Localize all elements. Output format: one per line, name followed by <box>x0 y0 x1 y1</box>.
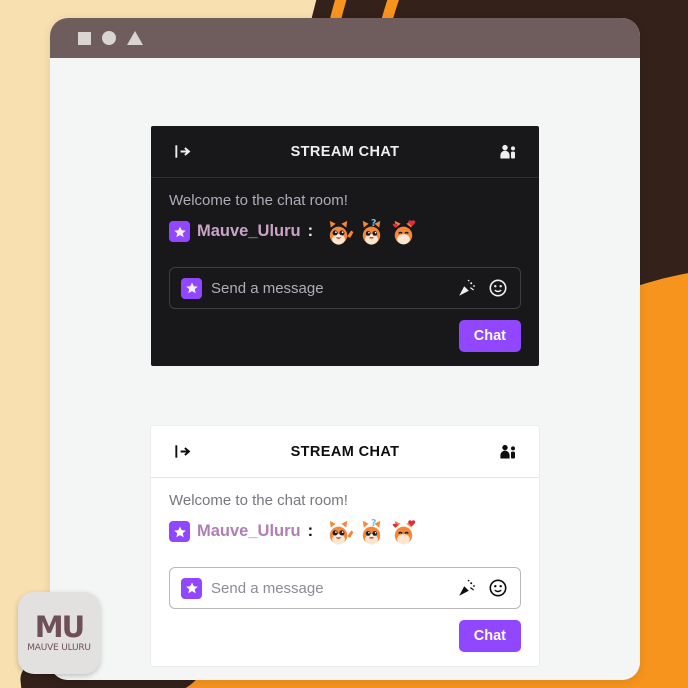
cat-question-emote: ? <box>362 218 381 245</box>
chat-message-input[interactable]: Send a message <box>211 580 447 597</box>
stream-chat-widget-dark: STREAM CHAT Welcome to the chat room! Ma… <box>151 126 539 366</box>
browser-window: STREAM CHAT Welcome to the chat room! Ma… <box>50 18 640 680</box>
chat-header-dark: STREAM CHAT <box>151 126 539 178</box>
chat-header-light: STREAM CHAT <box>151 426 539 478</box>
page-stage: STREAM CHAT Welcome to the chat room! Ma… <box>0 0 688 688</box>
window-control-square-icon[interactable] <box>78 31 91 45</box>
window-control-circle-icon[interactable] <box>102 31 116 45</box>
chat-username[interactable]: Mauve_Uluru <box>197 522 301 541</box>
chat-message-list-dark: Welcome to the chat room! Mauve_Uluru : <box>151 178 539 257</box>
browser-viewport: STREAM CHAT Welcome to the chat room! Ma… <box>50 58 640 680</box>
logo-monogram: MU <box>34 610 85 644</box>
chat-footer-light: Send a message Chat <box>151 557 539 666</box>
chat-message-list-light: Welcome to the chat room! Mauve_Uluru : <box>151 478 539 557</box>
chat-action-row-light: Chat <box>169 620 521 652</box>
star-badge-icon <box>181 277 202 299</box>
chat-message-input[interactable]: Send a message <box>211 280 447 297</box>
star-badge-icon <box>169 521 190 542</box>
chat-title-dark: STREAM CHAT <box>290 143 400 160</box>
collapse-right-icon[interactable] <box>169 439 195 465</box>
send-chat-button[interactable]: Chat <box>458 320 521 352</box>
chat-message-row: Mauve_Uluru : ? <box>169 516 521 553</box>
send-chat-button[interactable]: Chat <box>458 620 521 652</box>
cat-love-emote <box>392 220 416 245</box>
svg-text:?: ? <box>371 218 377 229</box>
stream-chat-widget-light: STREAM CHAT Welcome to the chat room! Ma… <box>151 426 539 666</box>
chat-username[interactable]: Mauve_Uluru <box>197 222 301 241</box>
window-control-triangle-icon[interactable] <box>127 31 143 45</box>
chat-username-separator: : <box>307 222 314 240</box>
chat-input-box-dark[interactable]: Send a message <box>169 267 521 309</box>
chat-welcome-text: Welcome to the chat room! <box>169 192 348 209</box>
star-badge-icon <box>169 221 190 242</box>
cat-wave-emote <box>329 220 354 245</box>
cat-wave-emote <box>329 520 354 545</box>
chat-action-row-dark: Chat <box>169 320 521 352</box>
cat-love-emote <box>392 520 416 545</box>
chat-emote-group: ? <box>324 216 419 247</box>
cat-question-emote: ? <box>362 518 381 545</box>
party-popper-icon[interactable] <box>456 277 478 299</box>
chat-input-box-light[interactable]: Send a message <box>169 567 521 609</box>
smiley-face-icon[interactable] <box>487 577 509 599</box>
browser-titlebar <box>50 18 640 58</box>
brand-logo-badge[interactable]: MU MAUVE ULURU <box>18 592 100 674</box>
chat-title-light: STREAM CHAT <box>290 443 400 460</box>
party-popper-icon[interactable] <box>456 577 478 599</box>
smiley-face-icon[interactable] <box>487 277 509 299</box>
chat-message-row: Mauve_Uluru : ? <box>169 216 521 253</box>
star-badge-icon <box>181 577 202 599</box>
community-icon[interactable] <box>495 139 521 165</box>
chat-username-separator: : <box>307 522 314 540</box>
svg-text:?: ? <box>371 518 377 529</box>
community-icon[interactable] <box>495 439 521 465</box>
chat-footer-dark: Send a message Chat <box>151 257 539 366</box>
chat-welcome-text: Welcome to the chat room! <box>169 492 348 509</box>
collapse-right-icon[interactable] <box>169 139 195 165</box>
logo-wordmark: MAUVE ULURU <box>27 643 91 653</box>
chat-emote-group: ? <box>324 516 419 547</box>
